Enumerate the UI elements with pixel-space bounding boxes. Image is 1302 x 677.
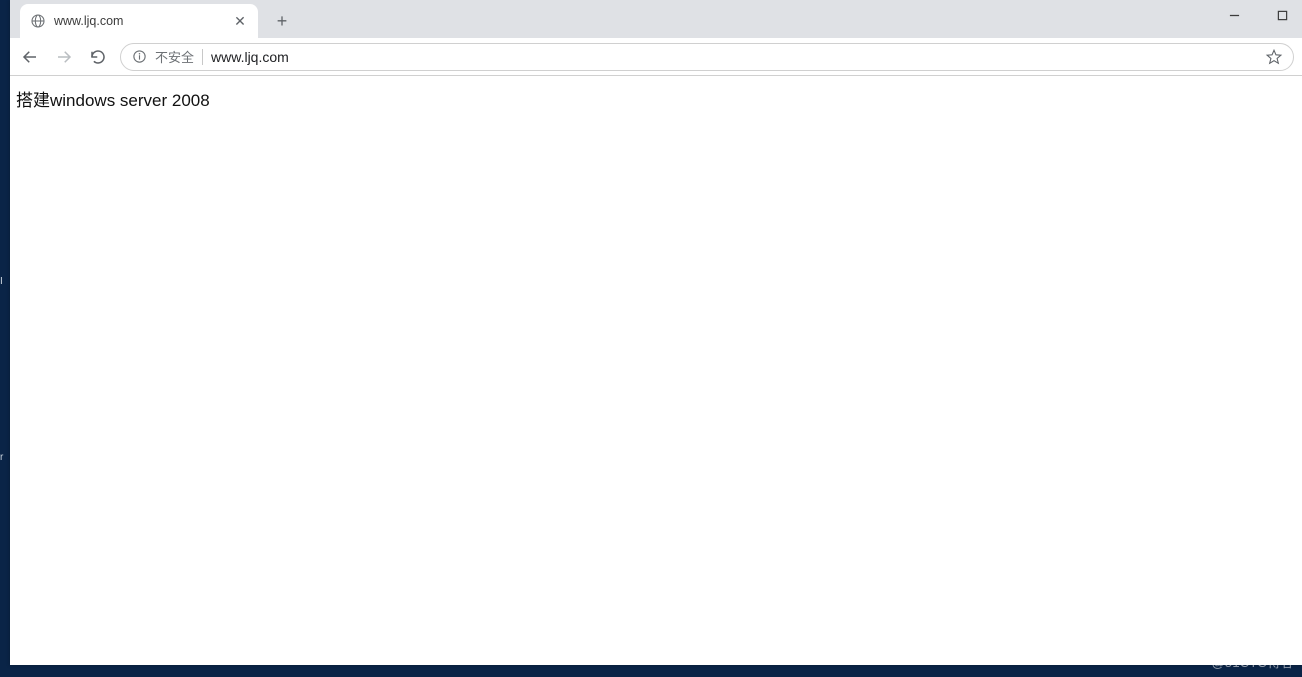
- window-controls: [1220, 0, 1296, 30]
- forward-button[interactable]: [52, 45, 76, 69]
- minimize-button[interactable]: [1220, 3, 1248, 27]
- page-body-text: 搭建windows server 2008: [16, 86, 1296, 111]
- tab-title: www.ljq.com: [54, 14, 224, 28]
- reload-button[interactable]: [86, 45, 110, 69]
- url-text[interactable]: www.ljq.com: [211, 49, 1257, 65]
- tab-strip: www.ljq.com ✕ +: [10, 0, 1302, 38]
- bookmark-star-icon[interactable]: [1265, 48, 1283, 66]
- globe-icon: [30, 13, 46, 29]
- close-tab-icon[interactable]: ✕: [232, 13, 248, 29]
- maximize-button[interactable]: [1268, 3, 1296, 27]
- browser-toolbar: 不安全 www.ljq.com: [10, 38, 1302, 76]
- security-status-label: 不安全: [155, 47, 194, 66]
- browser-window: www.ljq.com ✕ +: [10, 0, 1302, 665]
- separator: [202, 49, 203, 65]
- desktop-background: I r www.ljq.com ✕ +: [0, 0, 1302, 677]
- back-button[interactable]: [18, 45, 42, 69]
- desktop-fragment-2: r: [0, 452, 3, 463]
- address-bar[interactable]: 不安全 www.ljq.com: [120, 43, 1294, 71]
- info-icon: [131, 49, 147, 65]
- new-tab-button[interactable]: +: [268, 7, 296, 35]
- browser-tab[interactable]: www.ljq.com ✕: [20, 4, 258, 38]
- page-viewport[interactable]: 搭建windows server 2008: [10, 76, 1302, 665]
- desktop-fragment-1: I: [0, 276, 3, 287]
